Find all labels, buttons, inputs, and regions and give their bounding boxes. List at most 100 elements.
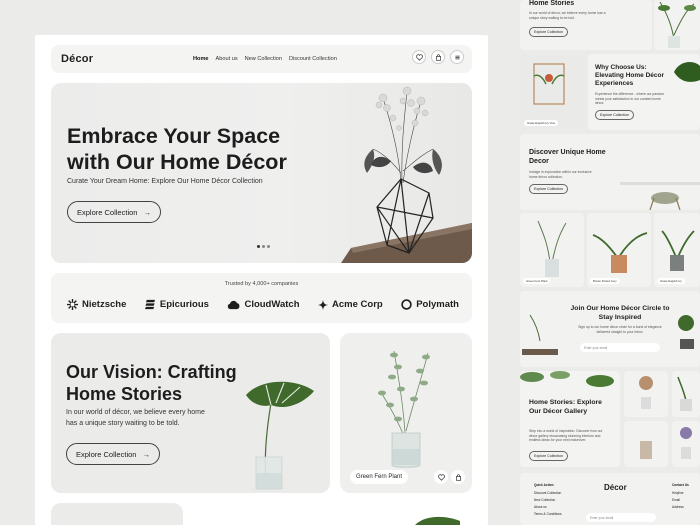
wishlist-button[interactable] — [412, 50, 426, 64]
gallery-thumb-icon — [640, 441, 652, 459]
footer-email-input[interactable]: Enter your email — [586, 513, 656, 522]
side-gallery-thumb-1[interactable] — [624, 371, 668, 417]
side-product-3-label: Grass English Ivy — [657, 278, 685, 284]
nav-link-about[interactable]: About us — [216, 56, 238, 62]
product-cart-button[interactable] — [451, 470, 465, 484]
logo[interactable]: Décor — [61, 53, 93, 65]
heart-icon — [437, 473, 445, 481]
footer-logo[interactable]: Décor — [604, 483, 627, 492]
nav-link-discount-collection[interactable]: Discount Collection — [289, 56, 337, 62]
bag-icon — [455, 473, 461, 481]
side-gallery-thumb-2[interactable] — [672, 371, 700, 417]
footer-address: Address — [672, 505, 684, 509]
brand-nietzsche: Nietzsche — [67, 299, 126, 310]
side-gallery-thumb-4[interactable] — [672, 421, 700, 467]
footer-email: Email — [672, 498, 680, 502]
gallery-thumb-icon — [677, 376, 692, 411]
footer-contact-title: Contact Us — [672, 483, 689, 487]
side-why-label: Grass English Ivy Vine — [524, 120, 559, 126]
bag-icon — [435, 53, 441, 61]
footer-link-terms[interactable]: Terms & Conditions — [534, 512, 562, 516]
hero-cta-label: Explore Collection — [77, 207, 138, 217]
side-gallery-button[interactable]: Explore Collection — [529, 451, 568, 461]
side-footer-card: Quick Action Discount Collection New Col… — [520, 473, 700, 525]
footer-link-about[interactable]: About us — [534, 505, 547, 509]
footer-link-discount[interactable]: Discount Collection — [534, 491, 561, 495]
hero-title: Embrace Your Space with Our Home Décor — [67, 124, 287, 174]
side-why-card: Why Choose Us: Elevating Home Décor Expe… — [588, 54, 700, 130]
nav-link-home[interactable]: Home — [193, 56, 209, 62]
brand-polymath: Polymath — [401, 299, 459, 310]
side-discover-title: Discover Unique Home Decor — [529, 149, 606, 165]
side-join-email-input[interactable]: Enter your email — [580, 343, 660, 352]
side-stories-body: In our world of décor, we believe every … — [529, 11, 606, 20]
side-mirror-card: Grass English Ivy Vine — [520, 54, 584, 130]
bonsai-icon — [678, 315, 694, 349]
nav-link-new-collection[interactable]: New Collection — [245, 56, 282, 62]
vision-explore-button[interactable]: Explore Collection → — [66, 443, 160, 465]
navbar: Décor Home About us New Collection Disco… — [51, 45, 472, 73]
potted-plant-icon — [592, 232, 648, 273]
menu-button[interactable] — [450, 50, 464, 64]
nav-icons — [412, 50, 464, 64]
chair-illustration — [620, 182, 700, 210]
stripes-icon — [144, 299, 155, 310]
vase-illustration — [341, 86, 472, 263]
gallery-thumb-icon — [639, 376, 653, 409]
side-join-body: Sign up to our home décor circle for a b… — [578, 325, 662, 334]
side-product-3[interactable]: Grass English Ivy — [654, 213, 700, 287]
side-why-button[interactable]: Explore Collection — [595, 110, 634, 120]
side-gallery-thumb-3[interactable] — [624, 421, 668, 467]
hero-subtitle: Curate Your Dream Home: Explore Our Home… — [67, 178, 263, 185]
cart-button[interactable] — [431, 50, 445, 64]
side-plant-card-1 — [654, 0, 700, 50]
side-stories-card: Home Stories In our world of décor, we b… — [520, 0, 652, 50]
landing-page: Décor Home About us New Collection Disco… — [35, 35, 488, 525]
brand-epicurious: Epicurious — [144, 299, 209, 310]
vision-body: In our world of décor, we believe every … — [66, 409, 205, 427]
product-label: Green Fern Plant — [350, 470, 409, 484]
heart-icon — [415, 53, 423, 61]
vision-cta-label: Explore Collection — [76, 449, 137, 459]
side-gallery-body: Step into a world of inspiration. Discov… — [529, 429, 603, 443]
side-preview: Home Stories In our world of décor, we b… — [520, 0, 700, 525]
vase-plant-icon — [537, 220, 567, 277]
mirror-plant-illustration — [533, 63, 565, 105]
brand-cloudwatch: CloudWatch — [227, 299, 300, 310]
leaf-partial-icon — [415, 516, 460, 525]
carousel-dots[interactable] — [257, 245, 270, 248]
eucalyptus-illustration — [378, 350, 430, 468]
footer-link-new[interactable]: New Collection — [534, 498, 555, 502]
vision-section: Our Vision: Crafting Home Stories In our… — [51, 333, 330, 493]
succulent-icon — [661, 230, 695, 271]
product-card-fern[interactable]: Green Fern Plant — [340, 333, 472, 493]
arrow-right-icon: → — [142, 449, 150, 459]
side-join-title: Join Our Home Décor Circle to Stay Inspi… — [570, 305, 670, 321]
gallery-thumb-icon — [680, 427, 692, 459]
hero-explore-button[interactable]: Explore Collection → — [67, 201, 161, 223]
sparkle-icon — [318, 299, 329, 310]
side-gallery-title: Home Stories: Explore Our Décor Gallery — [529, 399, 602, 415]
side-discover-card: Discover Unique Home Decor Indulge in ex… — [520, 134, 700, 210]
nav-links: Home About us New Collection Discount Co… — [193, 45, 337, 73]
trusted-label: Trusted by 4,000+ companies — [224, 281, 299, 287]
monstera-illustration — [246, 381, 314, 490]
plant-illustration — [658, 1, 696, 48]
product-wishlist-button[interactable] — [434, 470, 448, 484]
side-product-2-label: Brown Potted Ivory — [590, 278, 620, 284]
side-why-body: Experience the difference - where our pa… — [595, 92, 665, 106]
ring-icon — [401, 299, 412, 310]
side-product-1-label: Green Fern Plant — [523, 278, 551, 284]
side-product-2[interactable]: Brown Potted Ivory — [587, 213, 651, 287]
side-discover-body: Indulge in exploration within our exclus… — [529, 170, 592, 179]
side-stories-title: Home Stories — [529, 0, 575, 7]
trusted-by-section: Trusted by 4,000+ companies Nietzsche Ep… — [51, 273, 472, 323]
monstera-leaf-icon — [674, 62, 700, 82]
brand-logos: Nietzsche Epicurious CloudWatch Acme Cor… — [67, 299, 459, 310]
side-join-card: Join Our Home Décor Circle to Stay Inspi… — [520, 291, 700, 367]
side-discover-button[interactable]: Explore Collection — [529, 184, 568, 194]
next-card-partial — [51, 503, 183, 525]
arrow-right-icon: → — [143, 207, 151, 217]
side-product-1[interactable]: Green Fern Plant — [520, 213, 584, 287]
side-stories-button[interactable]: Explore Collection — [529, 27, 568, 37]
